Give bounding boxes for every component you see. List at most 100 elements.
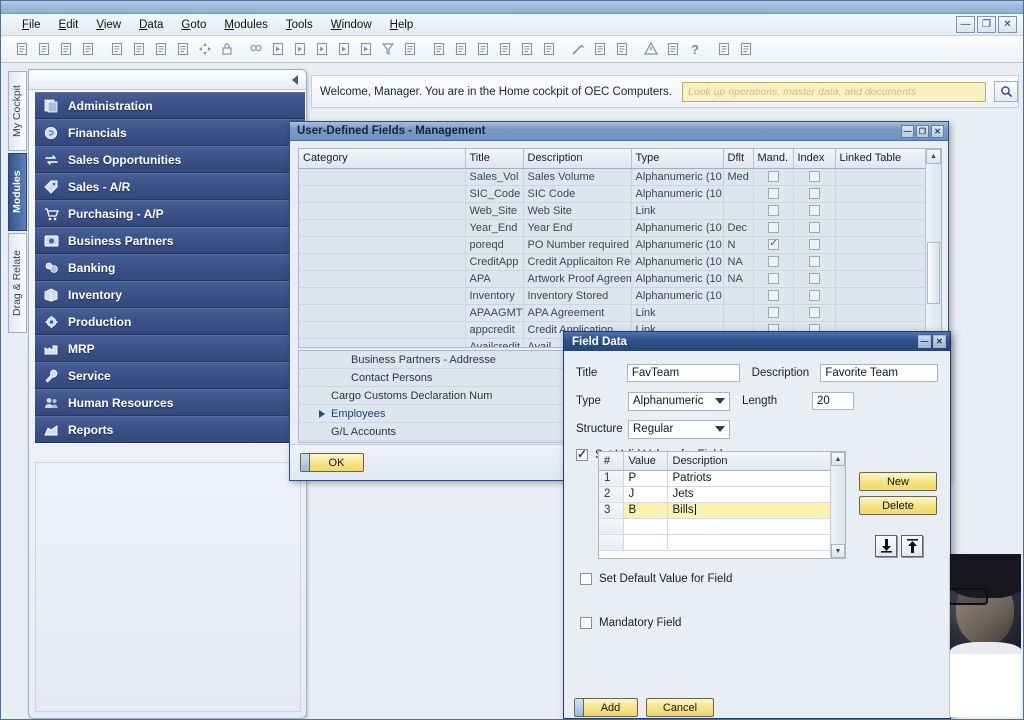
help-icon[interactable]: ? — [685, 39, 705, 59]
vv-cell-value[interactable]: P — [623, 470, 668, 487]
title-field[interactable]: FavTeam — [626, 364, 740, 382]
mandatory-field-checkbox[interactable]: Mandatory Field — [580, 617, 681, 629]
menu-modules[interactable]: Modules — [215, 17, 276, 33]
vv-cell-description[interactable] — [667, 518, 831, 535]
alert-icon[interactable] — [641, 39, 661, 59]
menu-edit[interactable]: Edit — [50, 17, 88, 33]
module-item-administration[interactable]: Administration — [35, 92, 305, 119]
module-item-financials[interactable]: Financials — [35, 119, 305, 146]
index-checkbox[interactable] — [808, 239, 820, 251]
valid-values-grid[interactable]: # Value Description 1 P Patriots 2 J Jets 3 B Bills… — [598, 451, 846, 559]
cell-index[interactable] — [793, 185, 836, 203]
print-icon[interactable] — [34, 39, 54, 59]
menu-tools[interactable]: Tools — [277, 17, 322, 33]
user-settings-icon[interactable] — [714, 39, 734, 59]
copy-row-icon[interactable] — [429, 39, 449, 59]
udf-table-row[interactable]: Inventory Inventory Stored Alphanumeric (1… — [299, 287, 926, 305]
first-record-icon[interactable] — [290, 39, 310, 59]
udf-table-row[interactable]: poreqd PO Number required Alphanumeric (10… — [299, 236, 926, 254]
module-item-human-resources[interactable]: Human Resources — [35, 389, 305, 416]
udf-column-linked-table[interactable]: Linked Table — [835, 149, 926, 169]
tab-drag-and-relate[interactable]: Drag & Relate — [8, 233, 27, 333]
module-item-service[interactable]: Service — [35, 362, 305, 389]
set-default-value-checkbox[interactable]: Set Default Value for Field — [580, 573, 732, 585]
udf-column-category[interactable]: Category — [299, 149, 466, 169]
vv-table-row[interactable]: 3 B Bills — [599, 502, 831, 519]
index-checkbox[interactable] — [808, 205, 820, 217]
next-record-icon[interactable] — [334, 39, 354, 59]
cell-mandatory[interactable] — [753, 219, 794, 237]
excel-export-icon[interactable] — [129, 39, 149, 59]
cell-mandatory[interactable] — [753, 185, 794, 203]
menu-file[interactable]: File — [13, 17, 50, 33]
gross-profit-icon[interactable] — [473, 39, 493, 59]
udf-column-mand[interactable]: Mand. — [753, 149, 794, 169]
vv-table-row[interactable]: 2 J Jets — [599, 486, 831, 503]
udf-table-row[interactable]: APA Artwork Proof Agreem Alphanumeric (10 N… — [299, 270, 926, 288]
cell-index[interactable] — [793, 304, 836, 322]
module-item-purchasing-a-p[interactable]: Purchasing - A/P — [35, 200, 305, 227]
cell-index[interactable] — [793, 202, 836, 220]
module-item-sales-opportunities[interactable]: Sales Opportunities — [35, 146, 305, 173]
udf-fields-grid[interactable]: Category Title Description Type Dflt Mand. Ind… — [298, 148, 942, 348]
cancel-button[interactable]: Cancel — [646, 698, 714, 717]
edit-icon[interactable] — [568, 39, 588, 59]
index-checkbox[interactable] — [808, 256, 820, 268]
module-item-production[interactable]: Production — [35, 308, 305, 335]
mandatory-checkbox[interactable] — [767, 307, 779, 319]
query-icon[interactable] — [612, 39, 632, 59]
index-checkbox[interactable] — [808, 222, 820, 234]
mandatory-checkbox[interactable] — [767, 273, 779, 285]
index-checkbox[interactable] — [808, 307, 820, 319]
udf-grid-scrollbar[interactable]: ▲ — [925, 149, 941, 347]
vv-table-row[interactable] — [599, 534, 831, 551]
module-item-banking[interactable]: Banking — [35, 254, 305, 281]
cell-index[interactable] — [793, 287, 836, 305]
collapse-panel-icon[interactable] — [292, 75, 298, 85]
calculator-icon[interactable] — [78, 39, 98, 59]
menu-data[interactable]: Data — [130, 17, 172, 33]
module-item-inventory[interactable]: Inventory — [35, 281, 305, 308]
udf-table-row[interactable]: APAAGMT APA Agreement Link — [299, 304, 926, 322]
vv-table-row[interactable]: 1 P Patriots — [599, 470, 831, 487]
new-value-button[interactable]: New — [859, 472, 937, 491]
udf-column-type[interactable]: Type — [631, 149, 724, 169]
delete-value-button[interactable]: Delete — [859, 496, 937, 515]
vv-cell-description[interactable]: Jets — [667, 486, 831, 503]
udf-restore-button[interactable]: ❐ — [916, 125, 929, 138]
cell-mandatory[interactable] — [753, 270, 794, 288]
udf-table-row[interactable]: CreditApp Credit Applicaiton Rec Alphanume… — [299, 253, 926, 271]
mandatory-checkbox[interactable] — [767, 205, 779, 217]
description-field[interactable]: Favorite Team — [820, 364, 938, 382]
vv-cell-description[interactable]: Bills — [667, 502, 831, 519]
length-field[interactable]: 20 — [812, 392, 854, 410]
cell-mandatory[interactable] — [753, 287, 794, 305]
cell-mandatory[interactable] — [753, 202, 794, 220]
type-select[interactable]: Alphanumeric — [628, 391, 730, 411]
find-icon[interactable] — [246, 39, 266, 59]
mandatory-checkbox[interactable] — [767, 171, 779, 183]
filter-icon[interactable] — [378, 39, 398, 59]
move-icon[interactable] — [195, 39, 215, 59]
index-checkbox[interactable] — [808, 273, 820, 285]
menu-view[interactable]: View — [87, 17, 130, 33]
search-input[interactable]: Look up operations, master data, and doc… — [682, 81, 987, 102]
vv-cell-value[interactable]: B — [623, 502, 668, 519]
vv-cell-value[interactable]: J — [623, 486, 668, 503]
menu-window[interactable]: Window — [322, 17, 381, 33]
print-preview-icon[interactable] — [12, 39, 32, 59]
menu-help[interactable]: Help — [381, 17, 423, 33]
payment-means-icon[interactable] — [495, 39, 515, 59]
mandatory-checkbox[interactable] — [767, 290, 779, 302]
vv-scroll-up-button[interactable]: ▲ — [831, 452, 845, 466]
mandatory-checkbox[interactable] — [767, 188, 779, 200]
vv-cell-description[interactable] — [667, 534, 831, 551]
udf-table-row[interactable]: Web_Site Web Site Link — [299, 202, 926, 220]
sort-icon[interactable] — [400, 39, 420, 59]
cell-index[interactable] — [793, 236, 836, 254]
cell-index[interactable] — [793, 168, 836, 186]
udf-close-button[interactable]: ✕ — [931, 125, 944, 138]
udf-column-description[interactable]: Description — [523, 149, 632, 169]
valid-values-scrollbar[interactable]: ▲ ▼ — [830, 452, 845, 558]
udf-scroll-thumb[interactable] — [927, 242, 940, 304]
